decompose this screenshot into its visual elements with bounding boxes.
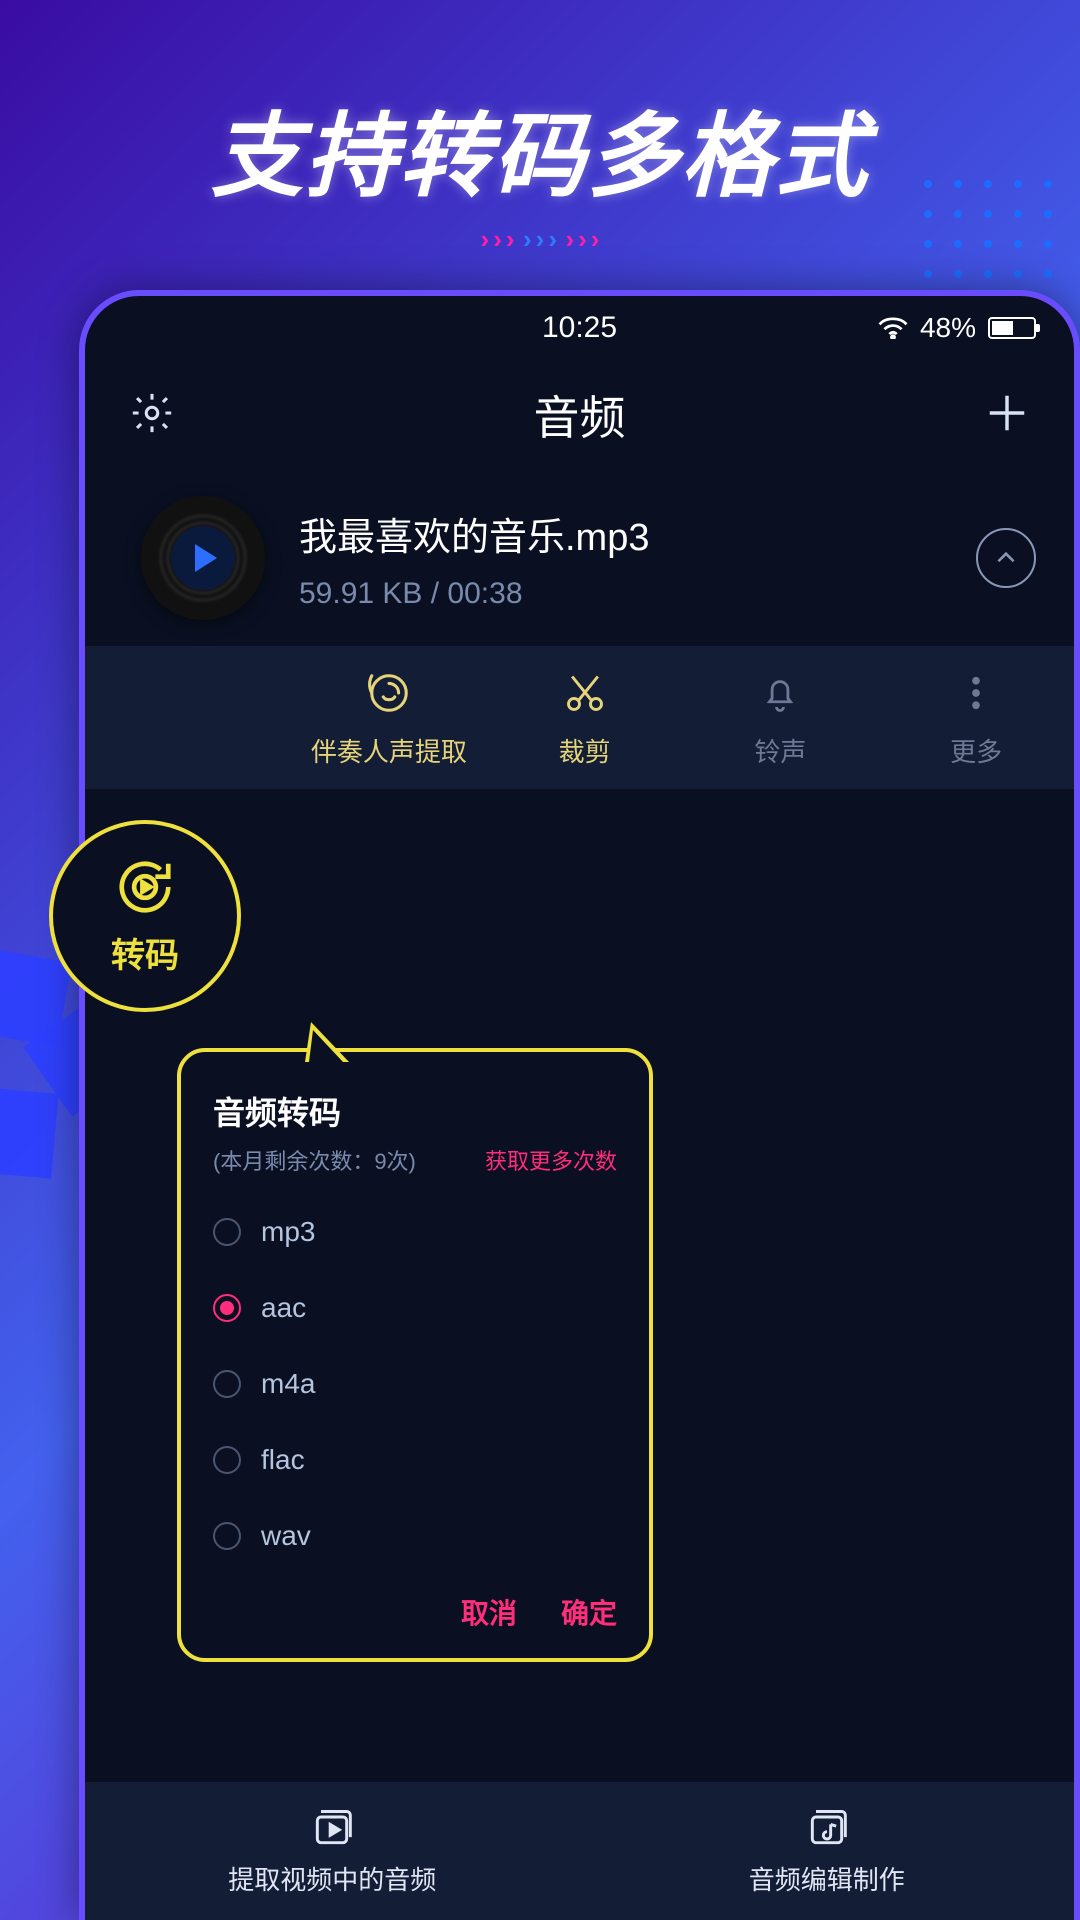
- action-label: 铃声: [754, 732, 806, 769]
- transcode-popup: 音频转码 (本月剩余次数：9次) 获取更多次数 mp3 aac m4a: [177, 1048, 653, 1662]
- format-label: flac: [261, 1444, 305, 1476]
- action-vocal-extract[interactable]: 伴奏人声提取: [291, 668, 487, 769]
- action-more[interactable]: 更多: [878, 668, 1074, 769]
- radio-icon: [213, 1218, 241, 1246]
- gear-icon: [129, 390, 175, 436]
- hero-title: 支持转码多格式: [0, 82, 1080, 215]
- audio-meta: 59.91 KB / 00:38: [299, 577, 942, 611]
- popup-get-more[interactable]: 获取更多次数: [485, 1144, 617, 1176]
- status-battery-pct: 48%: [920, 312, 976, 344]
- popup-remaining: (本月剩余次数：9次): [213, 1144, 416, 1176]
- audio-thumbnail[interactable]: [141, 496, 265, 620]
- phone-frame: 10:25 48% 音频 我最喜欢的音乐.mp3 59: [79, 290, 1080, 1920]
- page-title: 音频: [534, 382, 626, 448]
- scissors-icon: [563, 671, 607, 715]
- action-bar: 伴奏人声提取 裁剪 铃声: [85, 646, 1074, 789]
- transcode-callout: 转码: [49, 820, 241, 1012]
- more-icon: [955, 672, 997, 714]
- play-icon: [195, 544, 217, 572]
- radio-icon: [213, 1370, 241, 1398]
- bottom-nav: 提取视频中的音频 音频编辑制作: [85, 1782, 1074, 1920]
- status-time: 10:25: [542, 311, 617, 345]
- nav-audio-edit[interactable]: 音频编辑制作: [580, 1782, 1075, 1920]
- plus-icon: [984, 390, 1030, 436]
- action-label: 伴奏人声提取: [311, 732, 467, 769]
- nav-label: 提取视频中的音频: [228, 1860, 436, 1897]
- confirm-button[interactable]: 确定: [561, 1592, 617, 1632]
- vocal-extract-icon: [366, 670, 412, 716]
- hero-chevrons: ››› ››› ›››: [0, 224, 1080, 255]
- format-option-m4a[interactable]: m4a: [213, 1346, 617, 1422]
- audio-filename: 我最喜欢的音乐.mp3: [299, 506, 942, 561]
- action-trim[interactable]: 裁剪: [487, 668, 683, 769]
- bell-icon: [759, 672, 801, 714]
- format-label: m4a: [261, 1368, 315, 1400]
- radio-icon: [213, 1446, 241, 1474]
- transcode-icon: [114, 856, 176, 918]
- add-button[interactable]: [984, 390, 1030, 441]
- nav-extract-audio[interactable]: 提取视频中的音频: [85, 1782, 580, 1920]
- radio-icon: [213, 1294, 241, 1322]
- wifi-icon: [878, 317, 908, 339]
- format-option-flac[interactable]: flac: [213, 1422, 617, 1498]
- collapse-button[interactable]: [976, 528, 1036, 588]
- cancel-button[interactable]: 取消: [461, 1592, 517, 1632]
- action-label: 更多: [950, 732, 1002, 769]
- video-audio-icon: [310, 1806, 354, 1850]
- action-label: 裁剪: [559, 732, 611, 769]
- format-list: mp3 aac m4a flac wav: [213, 1194, 617, 1574]
- format-option-wav[interactable]: wav: [213, 1498, 617, 1574]
- audio-item[interactable]: 我最喜欢的音乐.mp3 59.91 KB / 00:38: [85, 470, 1074, 646]
- chevron-up-icon: [993, 545, 1019, 571]
- format-label: wav: [261, 1520, 311, 1552]
- action-ringtone[interactable]: 铃声: [683, 668, 879, 769]
- format-option-aac[interactable]: aac: [213, 1270, 617, 1346]
- status-bar: 10:25 48%: [85, 296, 1074, 360]
- nav-label: 音频编辑制作: [749, 1860, 905, 1897]
- format-label: aac: [261, 1292, 306, 1324]
- popup-title: 音频转码: [213, 1088, 617, 1134]
- app-header: 音频: [85, 360, 1074, 470]
- radio-icon: [213, 1522, 241, 1550]
- battery-icon: [988, 317, 1036, 339]
- format-label: mp3: [261, 1216, 315, 1248]
- settings-button[interactable]: [129, 390, 175, 441]
- transcode-callout-label: 转码: [111, 928, 179, 977]
- music-edit-icon: [805, 1806, 849, 1850]
- format-option-mp3[interactable]: mp3: [213, 1194, 617, 1270]
